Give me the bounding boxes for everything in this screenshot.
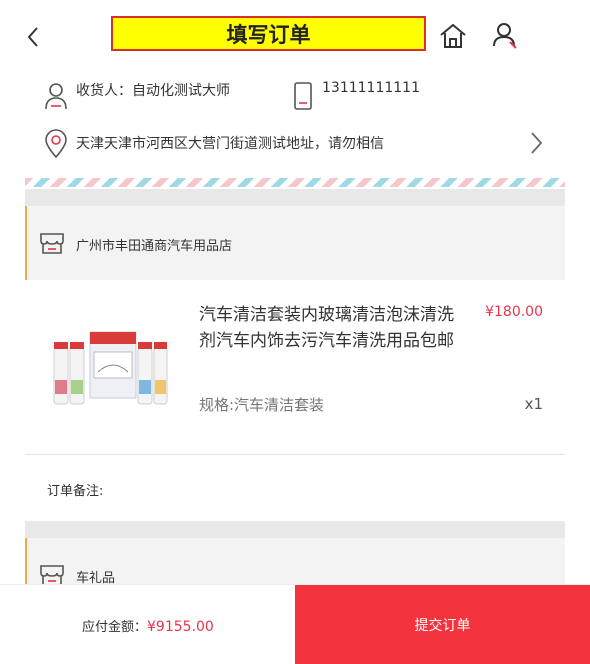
submit-order-button[interactable]: 提交订单 [295,585,590,664]
user-button[interactable] [490,20,520,52]
total-label: 应付金额：¥9155.00 [82,616,214,635]
user-icon [493,23,517,49]
section-divider [25,521,565,538]
total-label-text: 应付金额： [82,620,148,635]
chevron-right-icon [531,132,543,154]
shop-name: 广州市丰田通商汽车用品店 [76,239,233,254]
address-section[interactable]: 收货人：自动化测试大师 13111111111 天津天津市河西区大营门街道测试地… [0,70,590,178]
chevron-left-icon [27,27,38,47]
product-quantity: x1 [524,395,543,413]
person-icon [45,83,67,110]
envelope-stripe-divider [25,178,565,187]
order-remark-field[interactable]: 订单备注: [47,480,103,499]
consignee-phone: 13111111111 [322,80,420,96]
checkout-footer: 应付金额：¥9155.00 提交订单 [0,584,590,664]
product-price: ¥180.00 [485,304,543,320]
section-divider [25,189,565,206]
location-pin-icon [45,129,67,159]
total-amount: ¥9155.00 [147,619,214,635]
product-image [50,328,168,410]
home-icon [440,23,466,48]
product-spec: 规格:汽车清洁套装 [199,396,325,414]
back-button[interactable] [22,22,46,52]
page-title: 填写订单 [111,16,426,51]
shop-header[interactable]: 广州市丰田通商汽车用品店 [25,206,565,280]
delivery-address: 天津天津市河西区大营门街道测试地址，请勿相信 [76,136,384,152]
product-title: 汽车清洁套装内玻璃清洁泡沫清洗剂汽车内饰去污汽车清洗用品包邮 [199,305,454,351]
phone-icon [294,82,312,110]
store-icon [40,233,64,254]
consignee-label: 收货人：自动化测试大师 [76,83,230,99]
home-button[interactable] [437,20,469,52]
product-item[interactable]: 汽车清洁套装内玻璃清洁泡沫清洗剂汽车内饰去污汽车清洗用品包邮 ¥180.00 规… [25,280,565,455]
header-bar: 填写订单 [0,0,590,70]
